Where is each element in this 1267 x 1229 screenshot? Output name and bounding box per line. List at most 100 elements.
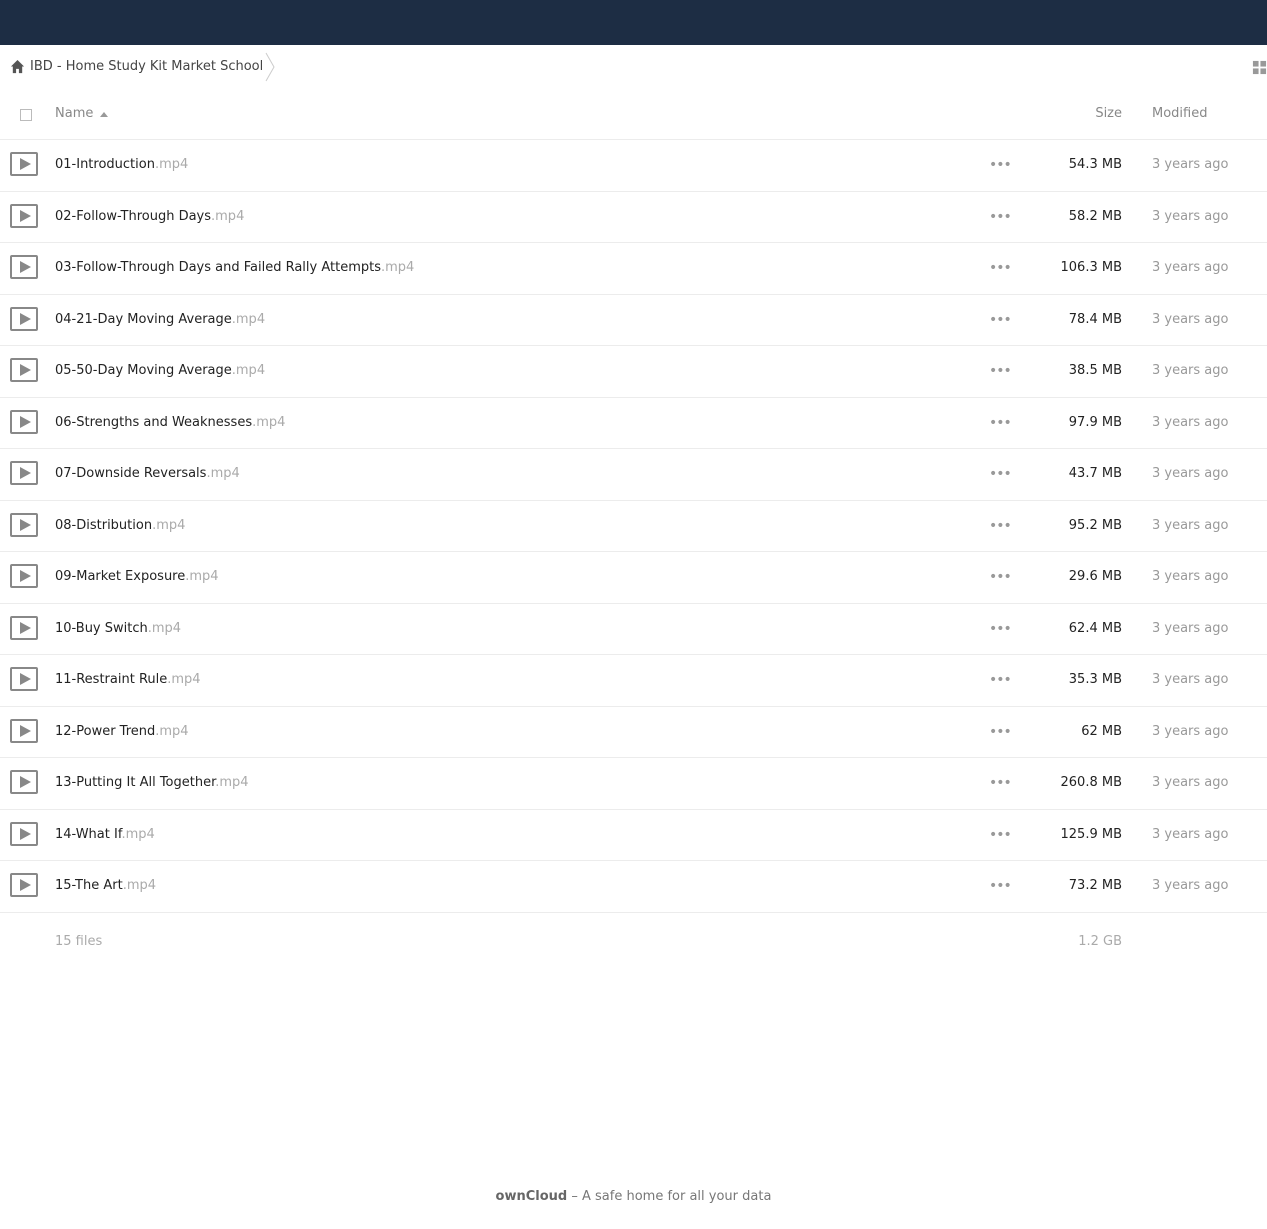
video-file-icon[interactable] (10, 718, 38, 743)
table-row[interactable]: 05-50-Day Moving Average.mp4 ••• 38.5 MB 3 … (0, 346, 1267, 398)
file-modified: 3 years ago (1152, 363, 1229, 378)
file-extension: .mp4 (231, 311, 266, 327)
table-row[interactable]: 06-Strengths and Weaknesses.mp4 ••• 97.9 M… (0, 398, 1267, 449)
file-extension: .mp4 (167, 672, 201, 687)
file-name[interactable]: 11-Restraint Rule.mp4 (55, 672, 201, 687)
file-basename: 08-Distribution (55, 517, 153, 533)
file-extension: .mp4 (121, 826, 155, 842)
table-row[interactable]: 10-Buy Switch.mp4 ••• 62.4 MB 3 years ago (0, 604, 1267, 655)
breadcrumb: IBD - Home Study Kit Market School (0, 45, 1267, 89)
table-row[interactable]: 12-Power Trend.mp4 ••• 62 MB 3 years ago (0, 707, 1267, 758)
video-file-icon[interactable] (10, 821, 38, 846)
table-row[interactable]: 02-Follow-Through Days.mp4 ••• 58.2 MB 3 ye… (0, 192, 1267, 243)
more-actions-icon[interactable]: ••• (989, 157, 1012, 173)
file-basename: 06-Strengths and Weaknesses (55, 414, 253, 430)
more-actions-icon[interactable]: ••• (989, 415, 1012, 431)
file-name[interactable]: 04-21-Day Moving Average.mp4 (55, 312, 265, 327)
file-basename: 14-What If (55, 826, 122, 842)
video-file-icon[interactable] (10, 358, 38, 382)
top-header-bar (0, 0, 1267, 45)
table-row[interactable]: 11-Restraint Rule.mp4 ••• 35.3 MB 3 years a… (0, 655, 1267, 707)
file-extension: .mp4 (211, 208, 245, 224)
more-actions-icon[interactable]: ••• (989, 466, 1012, 482)
file-name[interactable]: 08-Distribution.mp4 (55, 518, 185, 533)
grid-view-icon[interactable] (1252, 60, 1267, 75)
sort-ascending-icon[interactable] (100, 112, 108, 117)
table-row[interactable]: 14-What If.mp4 ••• 125.9 MB 3 years ago (0, 810, 1267, 861)
file-size: 43.7 MB (1068, 466, 1122, 481)
video-file-icon[interactable] (10, 255, 38, 279)
file-name[interactable]: 07-Downside Reversals.mp4 (55, 466, 240, 481)
more-actions-icon[interactable]: ••• (989, 260, 1012, 276)
file-name[interactable]: 12-Power Trend.mp4 (55, 724, 189, 739)
video-file-icon[interactable] (10, 409, 38, 434)
home-icon[interactable] (10, 59, 25, 74)
file-extension: .mp4 (154, 157, 189, 172)
more-actions-icon[interactable]: ••• (989, 775, 1012, 791)
more-actions-icon[interactable]: ••• (989, 672, 1012, 688)
more-actions-icon[interactable]: ••• (989, 878, 1012, 894)
file-extension: .mp4 (155, 723, 189, 739)
video-file-icon[interactable] (10, 770, 38, 794)
file-name[interactable]: 01-Introduction.mp4 (55, 157, 188, 172)
select-all-checkbox[interactable] (20, 109, 32, 121)
video-file-icon[interactable] (10, 615, 38, 640)
more-actions-icon[interactable]: ••• (989, 209, 1012, 225)
file-extension: .mp4 (152, 517, 186, 533)
table-row[interactable]: 03-Follow-Through Days and Failed Rally … (0, 243, 1267, 295)
table-row[interactable]: 15-The Art.mp4 ••• 73.2 MB 3 years ago (0, 861, 1267, 913)
more-actions-icon[interactable]: ••• (989, 569, 1012, 585)
video-file-icon[interactable] (10, 512, 38, 537)
footer-tagline: – A safe home for all your data (567, 1189, 772, 1204)
column-header-modified[interactable]: Modified (1152, 106, 1207, 121)
more-actions-icon[interactable]: ••• (989, 518, 1012, 534)
breadcrumb-current-folder[interactable]: IBD - Home Study Kit Market School (30, 59, 263, 74)
file-name[interactable]: 03-Follow-Through Days and Failed Rally … (55, 260, 414, 275)
file-table-header: Name Size Modified (0, 89, 1267, 140)
file-name[interactable]: 15-The Art.mp4 (55, 878, 156, 893)
file-modified: 3 years ago (1152, 826, 1229, 842)
video-file-icon[interactable] (10, 667, 38, 691)
video-file-icon[interactable] (10, 203, 38, 228)
file-modified: 3 years ago (1152, 620, 1229, 636)
file-name[interactable]: 10-Buy Switch.mp4 (55, 621, 181, 636)
file-size: 97.9 MB (1068, 414, 1122, 430)
more-actions-icon[interactable]: ••• (989, 363, 1012, 379)
file-modified: 3 years ago (1152, 260, 1229, 275)
video-file-icon[interactable] (10, 873, 38, 897)
column-header-name[interactable]: Name (55, 106, 93, 121)
more-actions-icon[interactable]: ••• (989, 827, 1012, 843)
video-file-icon[interactable] (10, 152, 38, 176)
file-size: 125.9 MB (1060, 826, 1122, 842)
more-actions-icon[interactable]: ••• (989, 312, 1012, 328)
more-actions-icon[interactable]: ••• (989, 724, 1012, 740)
table-row[interactable]: 01-Introduction.mp4 ••• 54.3 MB 3 years ago (0, 140, 1267, 192)
file-modified: 3 years ago (1152, 466, 1229, 481)
more-actions-icon[interactable]: ••• (989, 621, 1012, 637)
file-name[interactable]: 05-50-Day Moving Average.mp4 (55, 363, 265, 378)
table-row[interactable]: 04-21-Day Moving Average.mp4 ••• 78.4 MB 3 … (0, 295, 1267, 346)
file-basename: 07-Downside Reversals (55, 466, 207, 481)
file-name[interactable]: 06-Strengths and Weaknesses.mp4 (55, 415, 285, 430)
video-file-icon[interactable] (10, 461, 38, 485)
file-size: 78.4 MB (1068, 311, 1122, 327)
file-modified: 3 years ago (1152, 311, 1229, 327)
file-extension: .mp4 (231, 363, 266, 378)
table-row[interactable]: 08-Distribution.mp4 ••• 95.2 MB 3 years ago (0, 501, 1267, 552)
file-name[interactable]: 09-Market Exposure.mp4 (55, 569, 219, 584)
file-modified: 3 years ago (1152, 414, 1229, 430)
footer-brand[interactable]: ownCloud (496, 1189, 568, 1204)
file-name[interactable]: 14-What If.mp4 (55, 827, 155, 842)
video-file-icon[interactable] (10, 306, 38, 331)
video-file-icon[interactable] (10, 564, 38, 588)
table-row[interactable]: 13-Putting It All Together.mp4 ••• 260.8 M… (0, 758, 1267, 810)
column-header-size[interactable]: Size (1095, 106, 1122, 121)
file-basename: 09-Market Exposure (55, 569, 186, 584)
table-row[interactable]: 09-Market Exposure.mp4 ••• 29.6 MB 3 years … (0, 552, 1267, 604)
file-size: 62.4 MB (1068, 620, 1122, 636)
file-name[interactable]: 02-Follow-Through Days.mp4 (55, 209, 244, 224)
file-modified: 3 years ago (1152, 208, 1229, 224)
file-name[interactable]: 13-Putting It All Together.mp4 (55, 775, 249, 790)
table-row[interactable]: 07-Downside Reversals.mp4 ••• 43.7 MB 3 yea… (0, 449, 1267, 501)
file-modified: 3 years ago (1152, 775, 1229, 790)
